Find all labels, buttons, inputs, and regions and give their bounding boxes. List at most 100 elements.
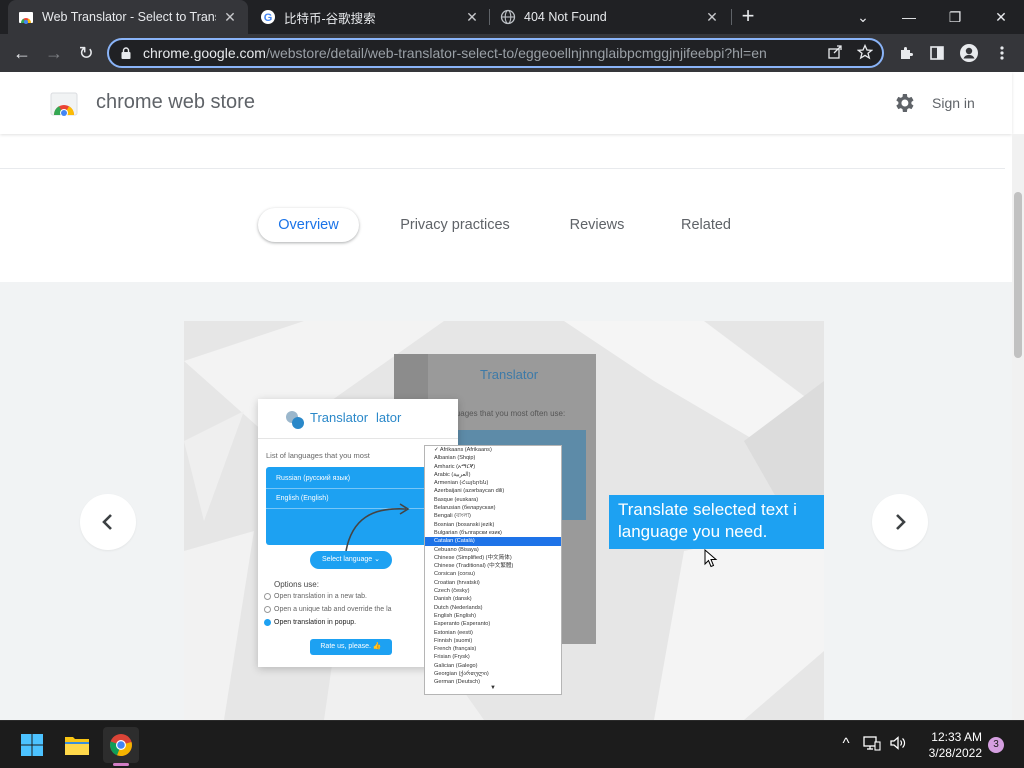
callout-line: Translate selected text i [618, 500, 797, 519]
reload-button[interactable]: ↻ [72, 39, 100, 67]
slide-text: Open translation in a new tab. [274, 593, 368, 600]
slide-radio [264, 619, 271, 626]
windows-taskbar: ^ 12:33 AM 3/28/2022 3 [0, 720, 1024, 768]
share-icon[interactable] [825, 44, 845, 64]
dropdown-language-option: Bulgarian (български език) [434, 529, 502, 536]
slide-logo-text: Translator [480, 367, 539, 382]
back-button[interactable]: ← [8, 39, 36, 67]
slide-logo-text: Translator [310, 410, 369, 425]
slide-lang-item: Russian (русский язык) [266, 469, 448, 489]
globe-icon [500, 9, 516, 25]
mouse-cursor-icon [704, 549, 718, 568]
tab-bitcoin-search[interactable]: G 比特币-谷歌搜索 ✕ [250, 0, 490, 34]
network-icon[interactable] [862, 735, 882, 755]
windows-start-icon[interactable] [14, 727, 50, 763]
slide-text: Open a unique tab and override the la [274, 606, 392, 613]
detail-nav-tabs: Overview Privacy practices Reviews Relat… [0, 208, 1012, 242]
dropdown-language-option: Bosnian (bosanski jezik) [434, 521, 495, 528]
clock-date: 3/28/2022 [928, 746, 982, 760]
tab-overview[interactable]: Overview [258, 208, 359, 242]
dropdown-language-option: Finnish (suomi) [434, 637, 473, 644]
restore-button[interactable]: ❐ [932, 0, 978, 34]
chevron-left-icon [102, 514, 112, 530]
translator-logo-icon [286, 411, 304, 429]
menu-kebab-icon[interactable] [988, 39, 1016, 67]
show-hidden-icons-chevron[interactable]: ^ [836, 735, 856, 752]
dropdown-language-option: Corsican (corsu) [434, 571, 476, 578]
slide-popup-header: Translator lator [258, 399, 458, 439]
dropdown-language-option: Azerbaijani (azərbaycan dili) [434, 488, 505, 495]
url-host: chrome.google.com [143, 45, 266, 61]
store-title[interactable]: chrome web store [96, 91, 255, 114]
gallery-next-button[interactable] [872, 494, 928, 550]
forward-button[interactable]: → [40, 39, 68, 67]
chrome-web-store-icon [18, 9, 34, 25]
dropdown-language-option: Esperanto (Esperanto) [434, 621, 491, 628]
dropdown-language-option: Chinese (Traditional) (中文繁體) [434, 563, 514, 570]
dropdown-language-option: Czech (česky) [434, 588, 470, 595]
dropdown-language-option: Chinese (Simplified) (中文简体) [434, 554, 512, 561]
page-scrollbar-thumb[interactable] [1014, 192, 1022, 358]
new-tab-button[interactable]: + [736, 5, 760, 29]
gear-icon[interactable] [892, 91, 916, 115]
notification-badge[interactable]: 3 [988, 737, 1004, 753]
volume-icon[interactable] [888, 735, 908, 755]
close-window-button[interactable]: ✕ [978, 0, 1024, 34]
google-icon: G [260, 9, 276, 25]
bookmark-star-icon[interactable] [855, 43, 875, 64]
dropdown-language-option: Cebuano (Bisaya) [434, 546, 479, 553]
tab-privacy-practices[interactable]: Privacy practices [388, 208, 522, 242]
url-text: chrome.google.com/webstore/detail/web-tr… [143, 45, 767, 61]
chrome-web-store-logo-icon[interactable] [50, 89, 78, 117]
slide-radio [264, 593, 271, 600]
lock-icon[interactable] [119, 46, 133, 60]
tab-reviews[interactable]: Reviews [560, 208, 634, 242]
tab-related[interactable]: Related [672, 208, 740, 242]
screen: Web Translator - Select to Transla ✕ G 比… [0, 0, 1024, 768]
store-header: chrome web store Sign in [0, 72, 1012, 134]
slide-logo-text: lator [376, 410, 402, 425]
dropdown-language-option: Armenian (Հայերեն) [434, 480, 489, 487]
slide-rate-button: Rate us, please. 👍 [310, 639, 392, 655]
dropdown-language-option: French (français) [434, 646, 477, 653]
tab-close-icon[interactable]: ✕ [704, 9, 720, 25]
gallery-prev-button[interactable] [80, 494, 136, 550]
system-clock[interactable]: 12:33 AM 3/28/2022 [912, 729, 982, 761]
tab-close-icon[interactable]: ✕ [464, 9, 480, 25]
tab-title: Web Translator - Select to Transla [42, 10, 216, 24]
slide-radio [264, 606, 271, 613]
slide-text: List of languages that you most [266, 451, 370, 460]
divider [0, 168, 1005, 169]
curved-arrow-icon [345, 503, 410, 552]
chrome-taskbar-icon[interactable] [103, 727, 139, 763]
tab-search-button[interactable]: ⌄ [840, 0, 886, 34]
dropdown-language-option: Danish (dansk) [434, 596, 472, 603]
dropdown-scroll-arrow-icon: ▼ [490, 685, 496, 691]
address-bar[interactable]: chrome.google.com/webstore/detail/web-tr… [107, 38, 884, 68]
minimize-button[interactable]: — [886, 0, 932, 34]
gallery-slide-image: Translator Languages that you most often… [184, 321, 824, 720]
tab-404[interactable]: 404 Not Found ✕ [490, 0, 730, 34]
slide-language-dropdown: ✓ Afrikaans (Afrikaans) Albanian (Shqip) A… [424, 445, 562, 695]
profile-avatar-icon[interactable] [955, 39, 983, 67]
dropdown-language-option: Basque (euskara) [434, 496, 479, 503]
tab-title: 比特币-谷歌搜索 [284, 11, 376, 26]
tab-separator [731, 9, 732, 25]
dropdown-language-option: Croatian (hrvatski) [434, 579, 480, 586]
dropdown-language-option: Estonian (eesti) [434, 629, 473, 636]
dropdown-language-option: Dutch (Nederlands) [434, 604, 483, 611]
dropdown-language-option: Arabic (العربية) [434, 471, 471, 478]
tab-web-translator[interactable]: Web Translator - Select to Transla ✕ [8, 0, 248, 34]
extensions-icon[interactable] [892, 39, 920, 67]
side-panel-icon[interactable] [923, 39, 951, 67]
dropdown-language-option: Amharic (አማርኛ) [434, 463, 476, 470]
file-explorer-icon[interactable] [59, 727, 95, 763]
tab-close-icon[interactable]: ✕ [222, 9, 238, 25]
sign-in-link[interactable]: Sign in [932, 95, 975, 111]
dropdown-language-option: Catalan (Català) [425, 537, 561, 546]
web-page: chrome web store Sign in Overview Privac… [0, 72, 1024, 720]
callout-line: language you need. [618, 522, 768, 541]
browser-toolbar: ← → ↻ chrome.google.com/webstore/detail/… [0, 34, 1024, 72]
active-app-indicator [113, 763, 129, 766]
tab-title: 404 Not Found [524, 10, 607, 24]
